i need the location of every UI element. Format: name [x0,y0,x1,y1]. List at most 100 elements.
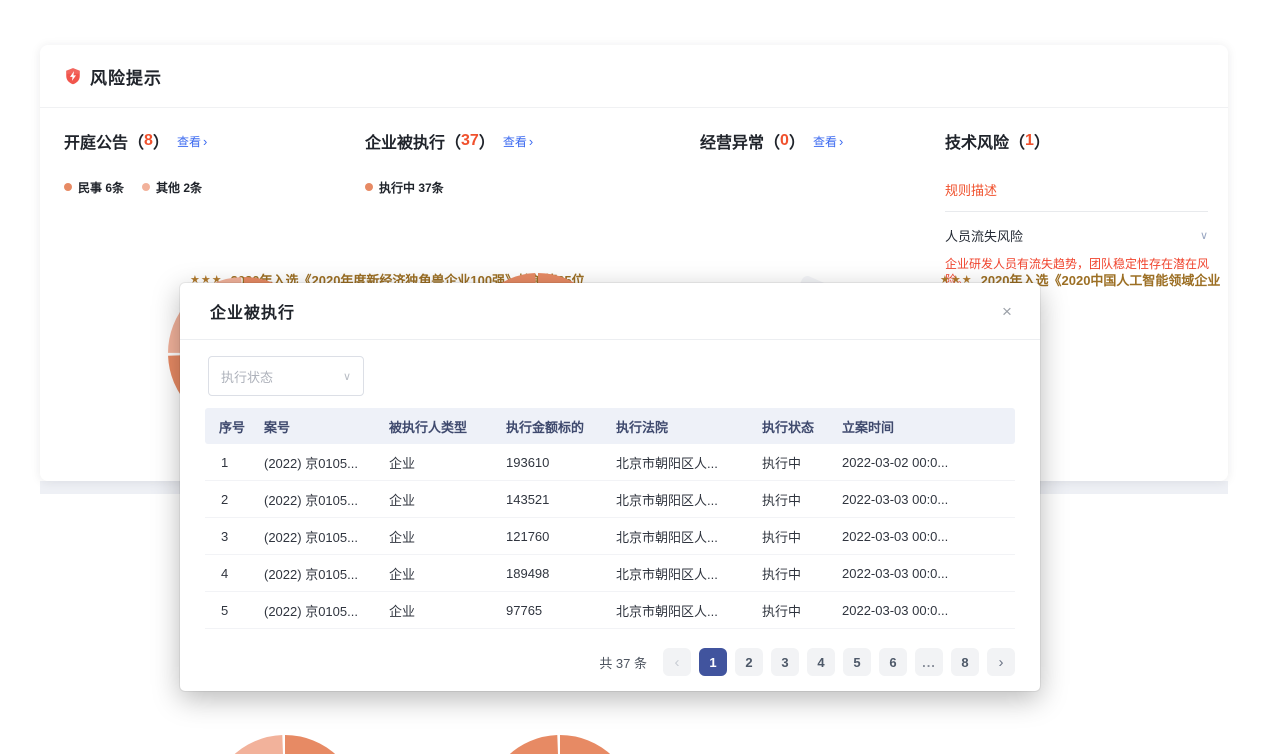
modal-header: 企业被执行 × [180,283,1040,340]
chart-legend: 执行中 37条 [365,179,685,195]
pagination-total: 共 37 条 [599,653,647,672]
section-title: 企业被执行 [365,129,445,153]
section-count: 1 [1025,132,1034,150]
page: 风险提示 开庭公告 （ 8 ） 查看› 民事 6条其他 2条 企业被执行 （ 3… [0,0,1267,754]
column-header: 案号 [260,417,385,436]
table-cell: 2022-03-03 00:0... [838,603,1015,618]
page-button-5[interactable]: 5 [843,648,871,676]
column-header: 执行金额标的 [502,417,612,436]
page-button-1[interactable]: 1 [699,648,727,676]
page-ellipsis[interactable]: ... [915,648,943,676]
section-enterprise-execution: 企业被执行 （ 37 ） 查看› 执行中 37条 [365,125,685,195]
table-cell: 企业 [385,564,502,583]
table-cell: 执行中 [758,490,838,509]
section-count: 8 [144,132,153,150]
donut-chart-background-left [209,735,361,754]
table-cell: 北京市朝阳区人... [612,490,758,509]
table-cell: 企业 [385,527,502,546]
table-cell: 执行中 [758,527,838,546]
table-cell: 1 [205,455,260,470]
pagination: 共 37 条 ‹ 123456... 8 › [599,648,1015,676]
paren: （ [445,129,461,153]
view-link[interactable]: 查看› [503,133,533,150]
table-cell: 3 [205,529,260,544]
view-link[interactable]: 查看› [813,133,843,150]
section-count: 0 [780,132,789,150]
section-business-abnormality: 经营异常 （ 0 ） 查看› [700,125,930,153]
table-cell: (2022) 京0105... [260,564,385,583]
section-court-announcements: 开庭公告 （ 8 ） 查看› 民事 6条其他 2条 [64,125,354,195]
legend-label: 其他 2条 [156,179,202,196]
chevron-right-icon: › [203,134,207,149]
table-row: 5(2022) 京0105...企业97765北京市朝阳区人...执行中2022… [205,592,1015,629]
legend-label: 执行中 37条 [379,179,444,196]
prev-page-button[interactable]: ‹ [663,648,691,676]
risk-shield-icon [64,66,82,86]
section-title: 经营异常 [700,129,764,153]
chart-legend: 民事 6条 其他 2条 [64,179,354,195]
paren: （ [764,129,780,153]
table-cell: 143521 [502,492,612,507]
section-title: 技术风险 [945,129,1009,153]
page-button-2[interactable]: 2 [735,648,763,676]
paren: ） [789,129,805,153]
table-cell: 193610 [502,455,612,470]
enterprise-execution-modal: 企业被执行 × 执行状态 ∨ 序号案号被执行人类型执行金额标的执行法院执行状态立… [180,283,1040,691]
table-row: 1(2022) 京0105...企业193610北京市朝阳区人...执行中202… [205,444,1015,481]
close-icon[interactable]: × [996,301,1018,323]
table-cell: (2022) 京0105... [260,601,385,620]
page-button-4[interactable]: 4 [807,648,835,676]
column-header: 立案时间 [838,417,1015,436]
legend-dot-icon [142,183,150,191]
select-placeholder: 执行状态 [221,367,273,386]
table-row: 2(2022) 京0105...企业143521北京市朝阳区人...执行中202… [205,481,1015,518]
page-button-3[interactable]: 3 [771,648,799,676]
table-cell: 北京市朝阳区人... [612,527,758,546]
risk-item-name: 人员流失风险 [945,226,1023,245]
column-header: 执行法院 [612,417,758,436]
execution-table: 序号案号被执行人类型执行金额标的执行法院执行状态立案时间 1(2022) 京01… [205,408,1015,629]
chevron-down-icon: ∨ [1200,229,1208,242]
table-row: 4(2022) 京0105...企业189498北京市朝阳区人...执行中202… [205,555,1015,592]
column-header: 被执行人类型 [385,417,502,436]
rule-description-label: 规则描述 [945,180,1215,199]
next-page-button[interactable]: › [987,648,1015,676]
legend-item: 其他 2条 [142,179,202,196]
page-button-8[interactable]: 8 [951,648,979,676]
table-cell: 121760 [502,529,612,544]
legend-label: 民事 6条 [78,179,124,196]
page-button-6[interactable]: 6 [879,648,907,676]
table-cell: 北京市朝阳区人... [612,564,758,583]
paren: （ [1009,129,1025,153]
table-row: 3(2022) 京0105...企业121760北京市朝阳区人...执行中202… [205,518,1015,555]
table-cell: 4 [205,566,260,581]
table-cell: 企业 [385,490,502,509]
column-header: 序号 [205,417,260,436]
paren: ） [153,129,169,153]
table-cell: (2022) 京0105... [260,453,385,472]
table-body: 1(2022) 京0105...企业193610北京市朝阳区人...执行中202… [205,444,1015,629]
divider [945,211,1208,212]
table-cell: 2022-03-03 00:0... [838,566,1015,581]
table-cell: 北京市朝阳区人... [612,601,758,620]
chevron-right-icon: › [839,134,843,149]
table-cell: 2022-03-03 00:0... [838,492,1015,507]
legend-dot-icon [64,183,72,191]
table-cell: 执行中 [758,453,838,472]
legend-item: 执行中 37条 [365,179,444,196]
risk-item-header[interactable]: 人员流失风险 ∨ [945,226,1208,245]
table-cell: 执行中 [758,601,838,620]
section-count: 37 [461,132,479,150]
legend-item: 民事 6条 [64,179,124,196]
column-header: 执行状态 [758,417,838,436]
table-cell: 北京市朝阳区人... [612,453,758,472]
view-link[interactable]: 查看› [177,133,207,150]
section-technology-risk: 技术风险 （ 1 ） 规则描述 人员流失风险 ∨ 企业研发人员有流失趋势，团队稳… [945,125,1215,288]
chevron-down-icon: ∨ [343,370,351,383]
modal-title: 企业被执行 [210,299,295,323]
table-cell: 2 [205,492,260,507]
paren: （ [128,129,144,153]
paren: ） [1034,129,1050,153]
table-cell: (2022) 京0105... [260,527,385,546]
execution-status-select[interactable]: 执行状态 ∨ [208,356,364,396]
